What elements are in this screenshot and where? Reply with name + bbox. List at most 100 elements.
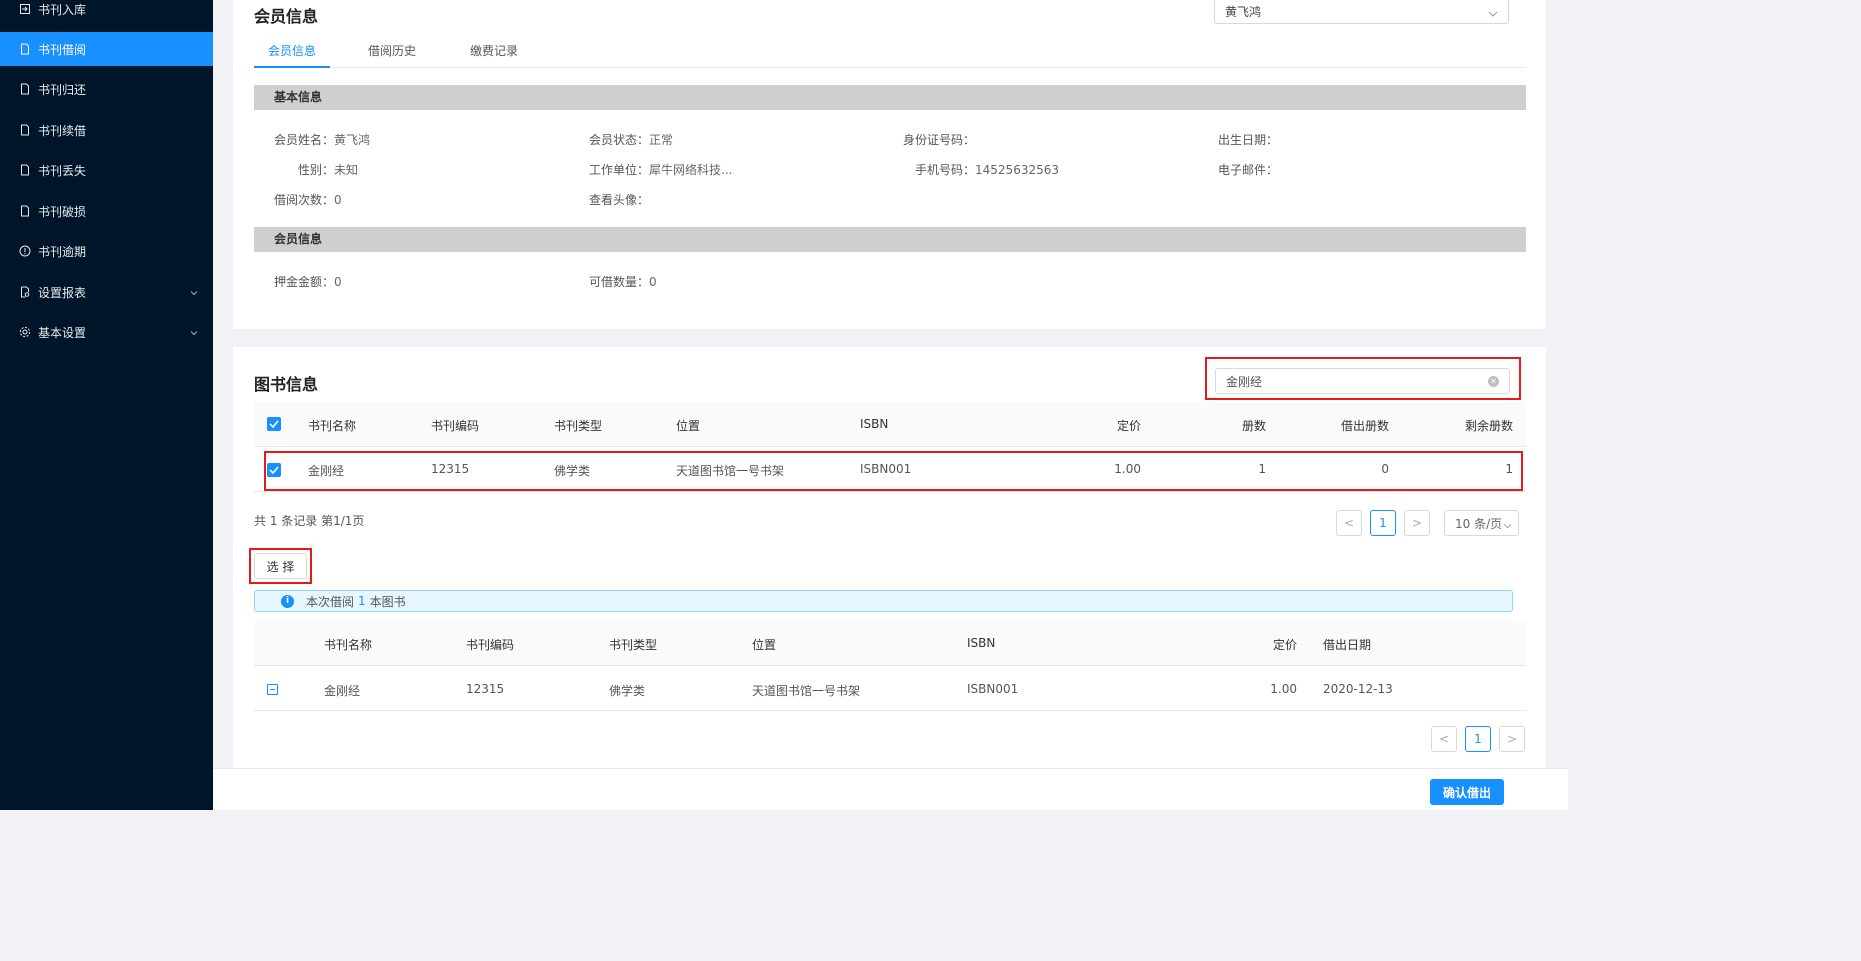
sidebar-item-label: 书刊归还 <box>38 82 87 97</box>
file-icon <box>19 83 31 95</box>
row-highlight <box>264 451 1523 491</box>
col-remaining: 剩余册数 <box>1464 419 1513 433</box>
sidebar-item-label: 书刊逾期 <box>38 244 87 259</box>
member-select-value: 黄飞鸿 <box>1225 4 1262 19</box>
borrowable-label: 可借数量： <box>589 275 650 289</box>
member-avatar-field[interactable]: 查看头像： <box>589 191 649 208</box>
file-icon <box>19 164 31 176</box>
prev-page-button[interactable]: < <box>1336 510 1362 536</box>
borrowable-field: 可借数量：0 <box>589 273 657 290</box>
table-row[interactable]: 金刚经 12315 佛学类 天道图书馆一号书架 ISBN001 1.00 202… <box>254 666 1526 711</box>
sidebar-item-return[interactable]: 书刊归还 <box>0 72 213 106</box>
member-title: 会员信息 <box>254 7 319 26</box>
sidebar-item-borrow[interactable]: 书刊借阅 <box>0 32 213 66</box>
sidebar-item-settings[interactable]: 基本设置 <box>0 315 213 349</box>
member-gender-value: 未知 <box>334 163 359 177</box>
sidebar-item-label: 书刊破损 <box>38 204 87 219</box>
books-title: 图书信息 <box>254 375 319 394</box>
member-phone-value: 14525632563 <box>975 163 1059 177</box>
clear-icon[interactable]: ✕ <box>1488 376 1499 387</box>
sidebar-item-overdue[interactable]: 书刊逾期 <box>0 234 213 268</box>
member-status-field: 会员状态：正常 <box>589 131 673 148</box>
gear-icon <box>19 326 31 338</box>
book-search-value: 金刚经 <box>1226 374 1263 389</box>
cell-date: 2020-12-13 <box>1323 682 1393 696</box>
member-id-label: 身份证号码： <box>903 133 976 147</box>
chevron-down-icon <box>1503 519 1512 533</box>
login-icon <box>19 3 31 15</box>
member-birth-field: 出生日期： <box>1218 131 1278 148</box>
select-button[interactable]: 选 择 <box>254 553 307 579</box>
col-price: 定价 <box>1116 419 1141 433</box>
col-lent: 借出册数 <box>1340 419 1389 433</box>
cell-location: 天道图书馆一号书架 <box>752 684 861 698</box>
page-size-value: 10 条/页 <box>1455 516 1503 531</box>
cell-price: 1.00 <box>1270 682 1297 696</box>
deposit-label: 押金金额： <box>274 275 335 289</box>
member-tabs: 会员信息 借阅历史 缴费记录 <box>254 36 1526 68</box>
sidebar-item-label: 基本设置 <box>38 325 87 340</box>
info-icon: i <box>281 594 294 608</box>
deposit-value: 0 <box>334 275 342 289</box>
member-status-label: 会员状态： <box>589 133 650 147</box>
cell-type: 佛学类 <box>609 684 646 698</box>
confirm-borrow-button[interactable]: 确认借出 <box>1430 779 1504 805</box>
chevron-down-icon <box>1488 7 1498 21</box>
cell-isbn: ISBN001 <box>967 682 1019 696</box>
member-phone-field: 手机号码：14525632563 <box>915 161 1059 178</box>
member-birth-label: 出生日期： <box>1218 133 1279 147</box>
member-gender-field: 性别：未知 <box>298 161 358 178</box>
member-status-value: 正常 <box>649 133 674 147</box>
file-icon <box>19 43 31 55</box>
col-isbn: ISBN <box>967 636 996 650</box>
select-all-checkbox[interactable] <box>267 417 281 431</box>
col-price: 定价 <box>1272 638 1297 652</box>
col-code: 书刊编码 <box>466 638 515 652</box>
sidebar-item-label: 书刊续借 <box>38 123 87 138</box>
col-type: 书刊类型 <box>609 638 658 652</box>
next-page-button[interactable]: > <box>1499 726 1525 752</box>
col-name: 书刊名称 <box>308 419 357 433</box>
member-name-field: 会员姓名：黄飞鸿 <box>274 131 370 148</box>
borrow-table-header: 书刊名称 书刊编码 书刊类型 位置 ISBN 定价 借出日期 <box>254 621 1526 666</box>
page-button[interactable]: 1 <box>1370 510 1396 536</box>
member-select[interactable]: 黄飞鸿 <box>1214 0 1509 24</box>
tab-ink-bar <box>254 66 330 68</box>
member-work-label: 工作单位： <box>589 163 650 177</box>
file-icon <box>19 124 31 136</box>
member-email-label: 电子邮件： <box>1218 163 1279 177</box>
file-icon <box>19 205 31 217</box>
tab-borrow-history[interactable]: 借阅历史 <box>368 42 416 59</box>
member-name-label: 会员姓名： <box>274 133 335 147</box>
col-name: 书刊名称 <box>324 638 373 652</box>
member-gender-label: 性别： <box>298 163 335 177</box>
member-borrow-count-label: 借阅次数： <box>274 193 335 207</box>
prev-page-button[interactable]: < <box>1431 726 1457 752</box>
alert-prefix: 本次借阅 <box>306 594 355 609</box>
member-email-field: 电子邮件： <box>1218 161 1278 178</box>
col-code: 书刊编码 <box>431 419 480 433</box>
borrowable-value: 0 <box>649 275 657 289</box>
sidebar-item-damaged[interactable]: 书刊破损 <box>0 194 213 228</box>
member-phone-label: 手机号码： <box>915 163 976 177</box>
sidebar-item-lost[interactable]: 书刊丢失 <box>0 153 213 187</box>
alert-suffix: 本图书 <box>369 594 406 609</box>
book-search-input[interactable]: 金刚经 ✕ <box>1215 368 1510 394</box>
col-count: 册数 <box>1241 419 1266 433</box>
sidebar-item-renew[interactable]: 书刊续借 <box>0 113 213 147</box>
member-work-field: 工作单位：犀牛网络科技... <box>589 161 732 178</box>
next-page-button[interactable]: > <box>1404 510 1430 536</box>
remove-row-icon[interactable] <box>267 684 278 695</box>
sidebar-item-label: 书刊入库 <box>38 2 87 17</box>
tab-payment-records[interactable]: 缴费记录 <box>470 42 518 59</box>
page-button[interactable]: 1 <box>1465 726 1491 752</box>
member-borrow-count-field: 借阅次数：0 <box>274 191 342 208</box>
tab-member-info[interactable]: 会员信息 <box>268 42 316 59</box>
sidebar-item-reports[interactable]: 设置报表 <box>0 275 213 309</box>
sidebar-item-label: 设置报表 <box>38 285 87 300</box>
page-size-select[interactable]: 10 条/页 <box>1444 510 1519 536</box>
sidebar-item-stock-in[interactable]: 书刊入库 <box>0 0 213 26</box>
member-card: 会员信息 黄飞鸿 会员信息 借阅历史 缴费记录 基本信息 会员姓名：黄飞鸿 会员… <box>233 0 1546 329</box>
chevron-down-icon <box>190 326 198 340</box>
sidebar: 书刊入库 书刊借阅 书刊归还 书刊续借 书刊丢失 书刊破损 书刊逾期 设置报表 … <box>0 0 213 810</box>
